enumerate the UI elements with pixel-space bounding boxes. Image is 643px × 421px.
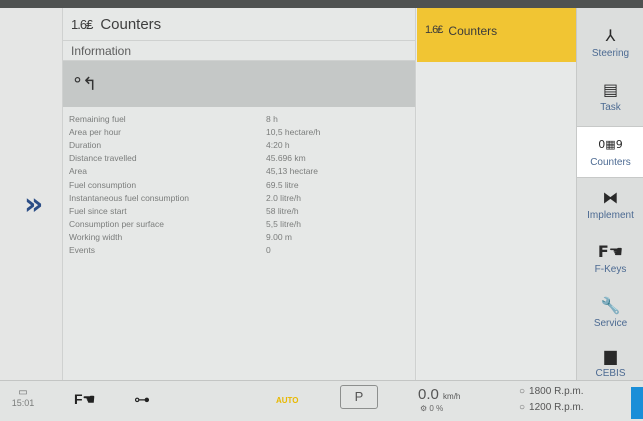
counter-list: Remaining fuel 8 h Area per hour 10,5 he… (63, 107, 415, 257)
counter-value: 9.00 m (266, 232, 292, 243)
sidebar-item-implement[interactable]: ⧓ Implement (577, 180, 643, 232)
list-item: Remaining fuel 8 h (63, 112, 415, 125)
tile-pane: 1.6₤ Counters (417, 8, 576, 380)
speed-readout: 0.0 km/h (418, 386, 460, 403)
hand-icon: ☚ (82, 391, 96, 407)
steering-icon: ⅄ (605, 26, 616, 45)
counter-value: 58 litre/h (266, 205, 299, 216)
clipboard-icon: ▤ (602, 80, 619, 99)
tab-label: Counters (448, 24, 498, 38)
counter-label: Distance travelled (69, 153, 137, 164)
sidebar: ⅄ Steering ▤ Task 0▦9 Counters ⧓ Impleme… (576, 8, 643, 380)
sidebar-item-label: F-Keys (594, 264, 627, 275)
counter-value: 2.0 litre/h (266, 192, 301, 203)
sidebar-item-label: Counters (590, 157, 631, 168)
expand-panel-icon[interactable]: » (24, 190, 43, 220)
speed-unit: km/h (443, 392, 461, 401)
list-item: Fuel consumption 69.5 litre (63, 178, 415, 191)
fkey-button[interactable]: F☚ (74, 391, 95, 408)
slip-readout: ⚙ 0 % (420, 404, 443, 413)
sidebar-item-label: Task (600, 102, 621, 113)
list-item: Working width 9.00 m (63, 231, 415, 244)
list-item: Fuel since start 58 litre/h (63, 204, 415, 217)
left-strip: » (0, 8, 62, 380)
f-keys-icon: F☚ (597, 242, 624, 261)
axle-icon[interactable]: ⊶ (134, 390, 150, 409)
clock-time: 15:01 (11, 398, 35, 408)
counter-label: Consumption per surface (69, 219, 164, 230)
info-band: °↰ (63, 61, 415, 107)
rpm-icon: ○ (519, 386, 526, 397)
sidebar-item-label: Implement (587, 210, 634, 221)
counter-value: 45.696 km (266, 153, 306, 164)
fkey-label: F (74, 391, 83, 407)
rpm-icon: ○ (519, 402, 526, 413)
panel-header: 1.6₤ Counters (63, 8, 415, 41)
implement-icon: ⧓ (602, 188, 619, 207)
sidebar-item-label: CEBIS (595, 368, 626, 379)
sidebar-item-steering[interactable]: ⅄ Steering (577, 18, 643, 70)
counter-label: Instantaneous fuel consumption (69, 192, 190, 203)
counter-value: 5,5 litre/h (266, 219, 301, 230)
list-item: Area 45,13 hectare (63, 165, 415, 178)
counter-value: 4:20 h (266, 139, 290, 150)
counter-label: Area (69, 166, 87, 177)
slip-icon: ⚙ (420, 404, 428, 413)
wrench-icon: 🔧 (600, 296, 621, 315)
counter-label: Remaining fuel (69, 113, 126, 124)
counter-label: Events (69, 245, 95, 256)
counters-icon: 0▦9 (598, 138, 623, 151)
rpm-bottom: ○ 1200 R.p.m. (519, 402, 584, 413)
counters-icon: 1.6₤ (71, 16, 93, 32)
counter-value: 0 (266, 245, 271, 256)
list-item: Consumption per surface 5,5 litre/h (63, 218, 415, 231)
list-item: Instantaneous fuel consumption 2.0 litre… (63, 191, 415, 204)
slip-value: 0 % (429, 404, 444, 413)
counter-value: 45,13 hectare (266, 166, 318, 177)
counter-value: 10,5 hectare/h (266, 126, 321, 137)
counters-panel: 1.6₤ Counters Information °↰ Remaining f… (62, 8, 416, 380)
list-item: Distance travelled 45.696 km (63, 152, 415, 165)
monitor-icon: ▆ (604, 346, 617, 365)
rpm-top: ○ 1800 R.p.m. (519, 386, 584, 397)
speed-value: 0.0 (418, 386, 439, 403)
page-title: Counters (100, 15, 162, 33)
counter-label: Working width (69, 232, 123, 243)
panel-subtitle: Information (63, 41, 415, 61)
rpm-top-value: 1800 R.p.m. (529, 386, 584, 397)
sidebar-item-label: Steering (591, 48, 630, 59)
counter-label: Fuel since start (69, 205, 127, 216)
clock: ▭ 15:01 (6, 387, 40, 408)
sidebar-item-service[interactable]: 🔧 Service (577, 288, 643, 340)
status-bar: ▭ 15:01 F☚ ⊶ AUTO P 0.0 km/h ⚙ 0 % ○ 1800… (0, 380, 643, 421)
counter-label: Fuel consumption (69, 179, 137, 190)
counter-label: Duration (69, 139, 102, 150)
blue-indicator[interactable] (631, 387, 643, 419)
terminal-screen: » 1.6₤ Counters Information °↰ Remaining… (0, 0, 643, 421)
counters-icon: 1.6₤ (425, 24, 443, 36)
tab-counters[interactable]: 1.6₤ Counters (417, 8, 576, 62)
auto-indicator: AUTO (276, 396, 299, 405)
counter-value: 8 h (266, 113, 278, 124)
list-item: Area per hour 10,5 hectare/h (63, 125, 415, 138)
sidebar-item-label: Service (593, 318, 628, 329)
rpm-bottom-value: 1200 R.p.m. (529, 402, 584, 413)
sidebar-item-f-keys[interactable]: F☚ F-Keys (577, 234, 643, 286)
battery-icon: ▭ (18, 387, 28, 398)
counter-value: 69.5 litre (266, 179, 299, 190)
park-indicator: P (340, 385, 378, 409)
counter-label: Area per hour (69, 126, 121, 137)
top-bar (0, 0, 643, 8)
list-item: Duration 4:20 h (63, 138, 415, 151)
list-item: Events 0 (63, 244, 415, 257)
sidebar-item-counters[interactable]: 0▦9 Counters (577, 126, 643, 178)
back-arrow-icon[interactable]: °↰ (73, 74, 97, 95)
sidebar-item-task[interactable]: ▤ Task (577, 72, 643, 124)
